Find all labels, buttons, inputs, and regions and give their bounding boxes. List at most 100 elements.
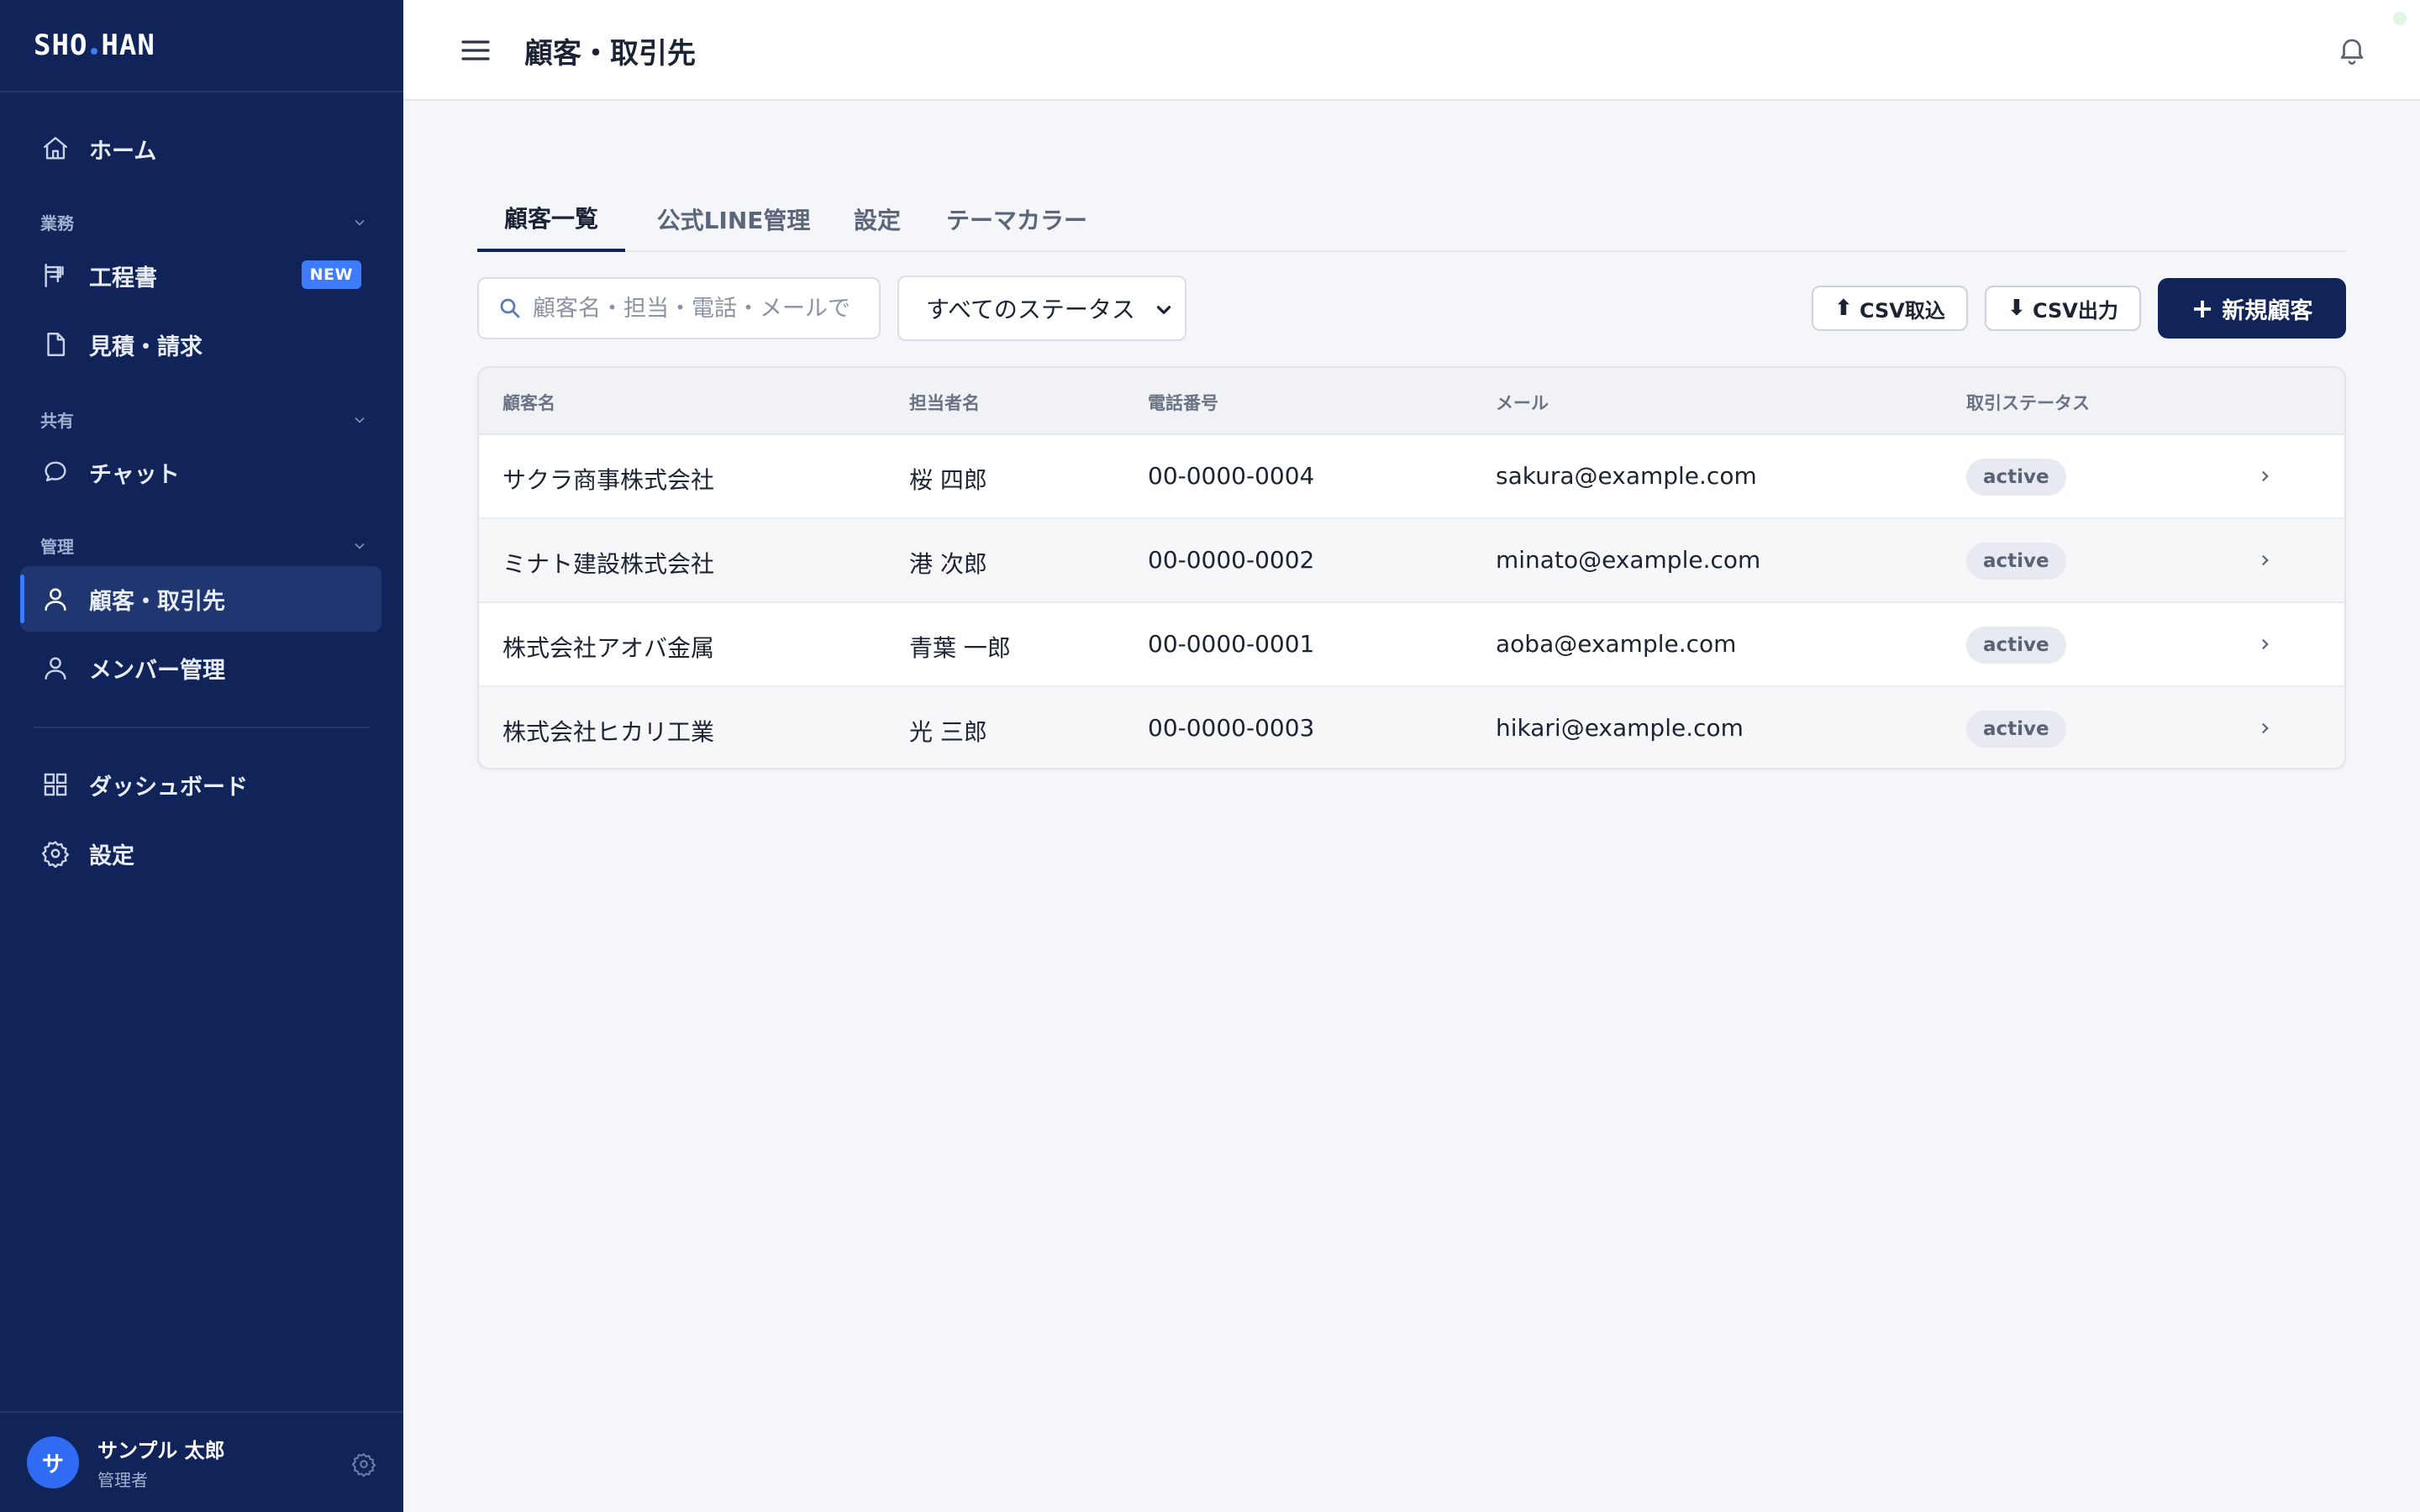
cell-customer-name: 株式会社ヒカリ工業 [502, 718, 715, 746]
tab-customer-list[interactable]: 顧客一覧 [477, 186, 625, 252]
cell-email: sakura@example.com [1496, 462, 1757, 490]
cell-phone: 00-0000-0003 [1148, 714, 1315, 742]
csv-import-button[interactable]: ⬆ CSV取込 [1812, 286, 1968, 331]
column-header-phone[interactable]: 電話番号 [1148, 390, 1218, 415]
new-badge: NEW [301, 260, 361, 289]
status-badge: active [1966, 711, 2066, 748]
user-name: サンプル 太郎 [97, 1439, 225, 1462]
sidebar-item-chat[interactable]: チャット [20, 439, 381, 505]
sidebar-divider [34, 727, 370, 728]
csv-export-label: CSV出力 [2032, 298, 2118, 323]
top-header: 顧客・取引先 [403, 0, 2420, 101]
sidebar-item-schedule[interactable]: 工程書 NEW [20, 243, 381, 308]
cell-customer-name: ミナト建設株式会社 [502, 550, 715, 578]
search-icon [500, 298, 520, 318]
column-header-email[interactable]: メール [1496, 390, 1549, 415]
cell-email: minato@example.com [1496, 546, 1761, 574]
sidebar: SHO HAN ホーム 業務 工程書 NEW 見積・請求 共有 チャット 管理 … [0, 0, 403, 1512]
search-field[interactable] [477, 277, 881, 339]
cell-contact-name: 港 次郎 [909, 550, 987, 578]
column-header-status[interactable]: 取引ステータス [1966, 390, 2090, 415]
table-header: 顧客名 担当者名 電話番号 メール 取引ステータス [479, 368, 2344, 435]
document-icon [40, 329, 71, 360]
chevron-down-icon [1156, 306, 1171, 314]
section-header-work[interactable]: 業務 [40, 210, 368, 234]
tab-line-management[interactable]: 公式LINE管理 [645, 186, 822, 252]
section-header-admin[interactable]: 管理 [40, 533, 368, 558]
table-row[interactable]: ミナト建設株式会社 港 次郎 00-0000-0002 minato@examp… [479, 519, 2344, 603]
sidebar-item-label: チャット [89, 461, 180, 488]
sidebar-item-home[interactable]: ホーム [20, 116, 381, 181]
status-badge: active [1966, 543, 2066, 580]
grid-icon [40, 769, 71, 800]
user-profile[interactable]: サ サンプル 太郎 管理者 [0, 1411, 403, 1512]
arrow-up-icon: ⬆ [1834, 296, 1853, 321]
table-row[interactable]: サクラ商事株式会社 桜 四郎 00-0000-0004 sakura@examp… [479, 435, 2344, 519]
home-icon [40, 134, 71, 164]
app-logo[interactable]: SHO HAN [34, 29, 155, 62]
bell-icon[interactable] [2336, 34, 2368, 66]
new-customer-label: 新規顧客 [2222, 297, 2313, 324]
chat-bubble-icon [40, 457, 71, 487]
sidebar-item-label: 工程書 [89, 265, 157, 291]
cell-customer-name: サクラ商事株式会社 [502, 466, 715, 494]
search-input[interactable] [533, 295, 869, 322]
plus-icon: + [2191, 292, 2214, 324]
avatar: サ [27, 1436, 79, 1488]
section-label: 共有 [40, 411, 74, 431]
chevron-down-icon [355, 219, 365, 226]
sidebar-item-label: 顧客・取引先 [89, 588, 225, 615]
chevron-right-icon[interactable] [2254, 717, 2275, 739]
sidebar-item-settings[interactable]: 設定 [20, 821, 381, 886]
page-title: 顧客・取引先 [524, 37, 696, 71]
app-root: SHO HAN ホーム 業務 工程書 NEW 見積・請求 共有 チャット 管理 … [0, 0, 2420, 1512]
column-header-contact[interactable]: 担当者名 [909, 390, 980, 415]
sidebar-item-label: メンバー管理 [89, 657, 225, 684]
gear-icon [40, 838, 71, 869]
cell-email: aoba@example.com [1496, 630, 1737, 658]
status-filter-select[interactable]: すべてのステータス [897, 276, 1186, 341]
sidebar-item-members[interactable]: メンバー管理 [20, 635, 381, 701]
customer-table: 顧客名 担当者名 電話番号 メール 取引ステータス サクラ商事株式会社 桜 四郎… [477, 366, 2346, 769]
tab-bar: 顧客一覧 公式LINE管理 設定 テーマカラー [477, 186, 2346, 252]
csv-export-button[interactable]: ⬇ CSV出力 [1985, 286, 2141, 331]
user-icon [40, 584, 71, 614]
cell-customer-name: 株式会社アオバ金属 [502, 634, 715, 662]
cell-contact-name: 桜 四郎 [909, 466, 987, 494]
user-info: サンプル 太郎 管理者 [97, 1434, 225, 1491]
sidebar-item-label: ダッシュボード [89, 774, 248, 801]
sidebar-item-customers[interactable]: 顧客・取引先 [20, 566, 381, 632]
chevron-down-icon [355, 417, 365, 423]
chevron-down-icon [355, 543, 365, 549]
cell-phone: 00-0000-0004 [1148, 462, 1315, 490]
chevron-right-icon[interactable] [2254, 549, 2275, 571]
arrow-down-icon: ⬇ [2007, 296, 2026, 321]
table-row[interactable]: 株式会社ヒカリ工業 光 三郎 00-0000-0003 hikari@examp… [479, 687, 2344, 768]
logo-text-right: HAN [101, 29, 155, 62]
sidebar-item-label: 見積・請求 [89, 333, 203, 360]
column-header-name[interactable]: 顧客名 [502, 390, 555, 415]
status-badge: active [1966, 459, 2066, 496]
table-row[interactable]: 株式会社アオバ金属 青葉 一郎 00-0000-0001 aoba@exampl… [479, 603, 2344, 687]
chevron-right-icon[interactable] [2254, 633, 2275, 655]
gantt-icon [40, 260, 71, 291]
chevron-right-icon[interactable] [2254, 465, 2275, 487]
cell-contact-name: 光 三郎 [909, 718, 987, 746]
hamburger-menu-icon[interactable] [459, 34, 492, 67]
sidebar-item-dashboard[interactable]: ダッシュボード [20, 752, 381, 817]
status-badge: active [1966, 627, 2066, 664]
sidebar-item-estimate[interactable]: 見積・請求 [20, 312, 381, 377]
user-icon [40, 653, 71, 683]
user-role: 管理者 [97, 1470, 148, 1490]
logo-text-left: SHO [34, 29, 88, 62]
tab-settings[interactable]: 設定 [844, 186, 911, 252]
new-customer-button[interactable]: + 新規顧客 [2158, 278, 2346, 339]
section-label: 管理 [40, 537, 74, 557]
section-header-shared[interactable]: 共有 [40, 407, 368, 432]
status-filter-value: すべてのステータス [926, 296, 1135, 323]
sidebar-item-label: ホーム [89, 138, 157, 165]
cell-phone: 00-0000-0001 [1148, 630, 1315, 658]
tab-theme-color[interactable]: テーマカラー [933, 186, 1101, 252]
gear-icon[interactable] [351, 1452, 376, 1477]
logo-dot [91, 48, 98, 55]
